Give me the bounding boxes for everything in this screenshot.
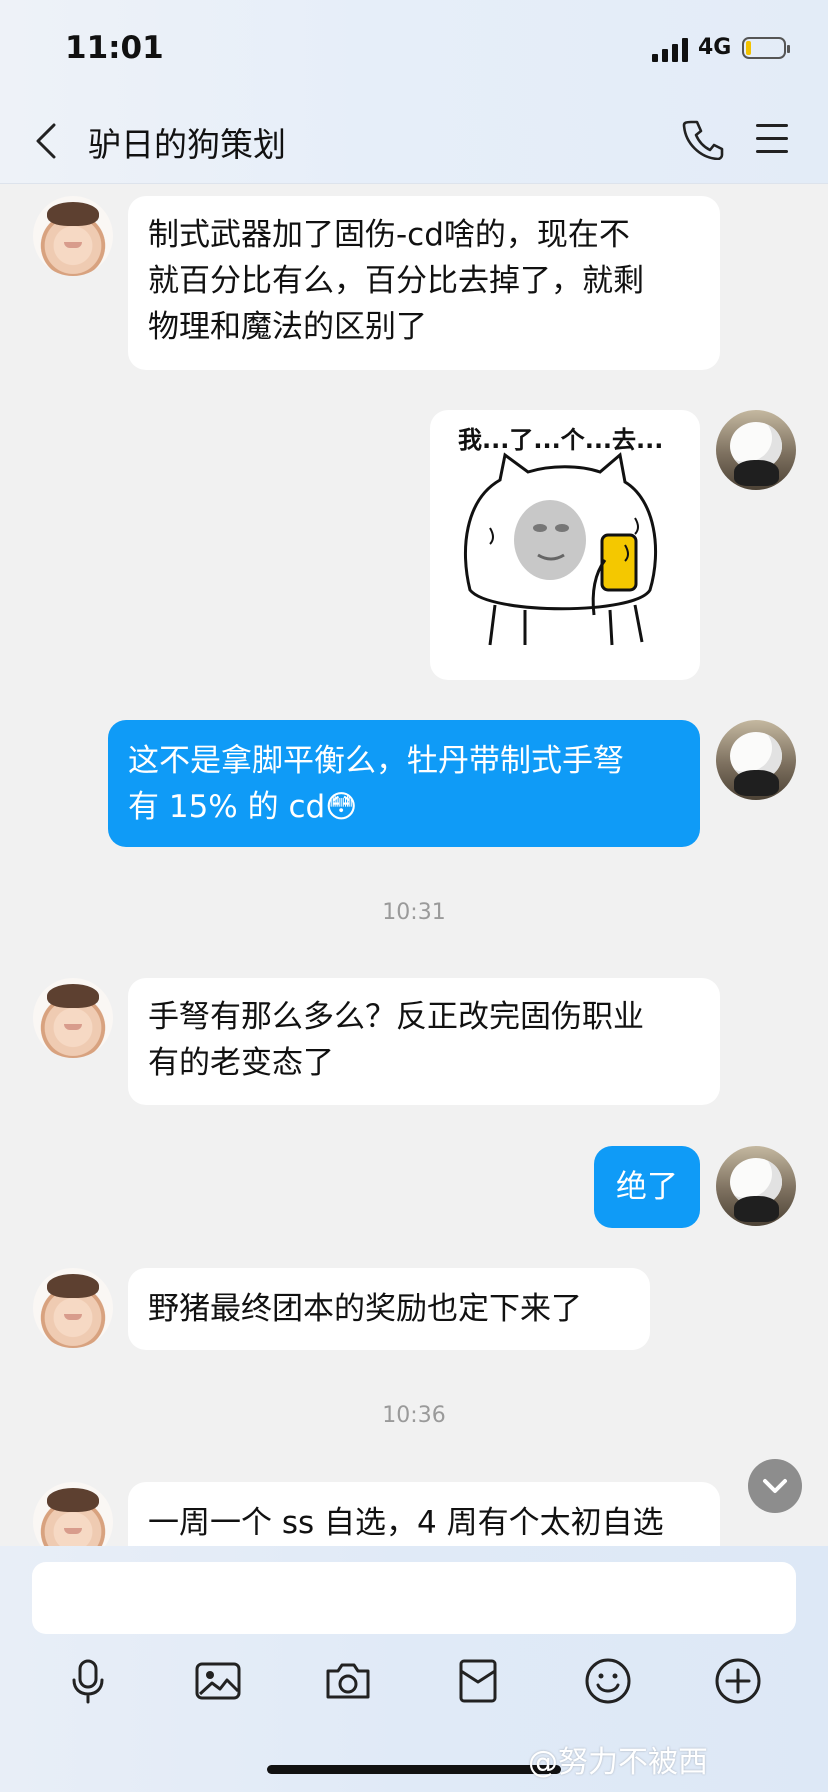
back-arrow-icon[interactable] [30, 121, 60, 161]
contact-avatar[interactable] [33, 196, 113, 276]
incoming-message[interactable]: 手弩有那么多么？反正改完固伤职业 有的老变态了 [128, 978, 720, 1105]
incoming-message[interactable]: 制式武器加了固伤-cd啥的，现在不 就百分比有么，百分比去掉了，就剩 物理和魔法… [128, 196, 720, 370]
status-time: 11:01 [65, 30, 164, 66]
menu-icon[interactable] [756, 124, 788, 154]
my-avatar[interactable] [716, 720, 796, 800]
network-type: 4G [698, 35, 732, 60]
watermark: @努力不被西 [528, 1745, 708, 1780]
timestamp: 10:31 [382, 900, 446, 925]
sticker-message[interactable]: 我...了...个...去... [430, 410, 700, 680]
signal-icon [652, 38, 688, 62]
my-avatar[interactable] [716, 410, 796, 490]
phone-icon[interactable] [682, 118, 724, 160]
scroll-down-button[interactable] [748, 1459, 802, 1513]
incoming-message[interactable]: 野猪最终团本的奖励也定下来了 [128, 1268, 650, 1350]
chat-title: 驴日的狗策划 [88, 125, 286, 164]
plus-icon[interactable] [713, 1656, 763, 1706]
emoji-icon[interactable] [583, 1656, 633, 1706]
contact-avatar[interactable] [33, 1268, 113, 1348]
my-avatar[interactable] [716, 1146, 796, 1226]
contact-avatar[interactable] [33, 978, 113, 1058]
battery-icon [742, 37, 790, 59]
chevron-down-icon [763, 1479, 787, 1493]
home-indicator [267, 1765, 561, 1774]
red-packet-icon[interactable] [453, 1656, 503, 1706]
outgoing-message[interactable]: 这不是拿脚平衡么，牡丹带制式手弩 有 15% 的 cd😳 [108, 720, 700, 847]
image-icon[interactable] [193, 1656, 243, 1706]
top-bar: 11:01 4G 驴日的狗策划 [0, 0, 828, 184]
outgoing-message[interactable]: 绝了 [594, 1146, 700, 1228]
cat-sticker-icon [464, 452, 658, 646]
message-input[interactable] [32, 1562, 796, 1634]
timestamp: 10:36 [382, 1403, 446, 1428]
camera-icon[interactable] [323, 1656, 373, 1706]
microphone-icon[interactable] [63, 1656, 113, 1706]
